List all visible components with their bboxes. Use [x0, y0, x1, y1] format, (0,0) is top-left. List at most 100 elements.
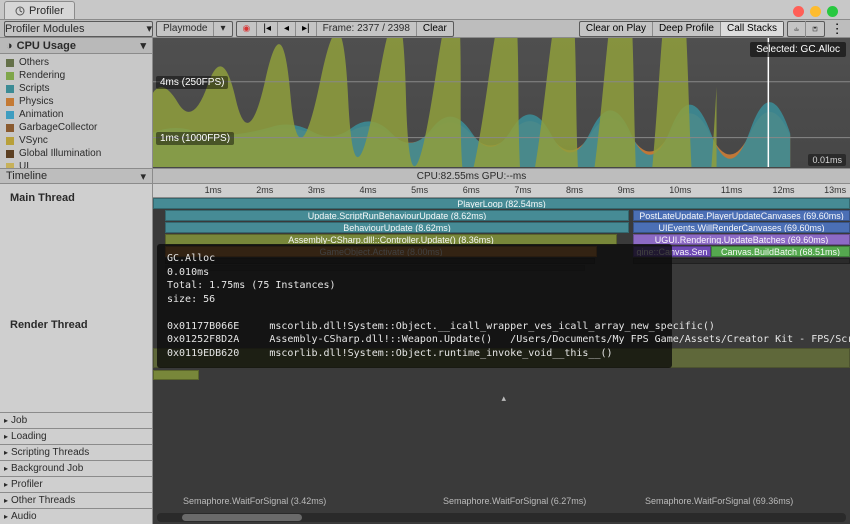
scrollbar-thumb[interactable] [182, 514, 302, 521]
chevron-down-icon: ▾ [214, 22, 231, 36]
legend-label: VSync [19, 135, 48, 146]
color-swatch [6, 72, 14, 80]
next-frame-button[interactable]: ▸| [296, 22, 317, 36]
playmode-label: Playmode [157, 22, 214, 36]
call-stacks-button[interactable]: Call Stacks [721, 22, 783, 36]
clear-on-play-button[interactable]: Clear on Play [580, 22, 653, 36]
semaphore-3: Semaphore.WaitForSignal (69.36ms) [645, 496, 793, 506]
chevron-down-icon: ▾ [140, 170, 146, 183]
legend-item-scripts[interactable]: Scripts [6, 82, 146, 95]
thread-sidebar: Main Thread Render Thread JobLoadingScri… [0, 184, 153, 524]
color-swatch [6, 137, 14, 145]
load-icon[interactable] [788, 21, 806, 37]
ruler-tick: 3ms [308, 185, 325, 195]
semaphore-1: Semaphore.WaitForSignal (3.42ms) [183, 496, 326, 506]
timeline-scrollbar[interactable] [157, 513, 846, 522]
profiler-icon [15, 6, 25, 16]
thread-group-audio[interactable]: Audio [0, 508, 152, 524]
thread-group-profiler[interactable]: Profiler [0, 476, 152, 492]
ruler-tick: 8ms [566, 185, 583, 195]
modules-label: Profiler Modules [5, 23, 84, 35]
window-controls[interactable] [793, 6, 838, 17]
timeline-toolbar: Timeline ▾ CPU:82.55ms GPU:--ms [0, 168, 850, 184]
legend-label: Global Illumination [19, 148, 101, 159]
legend-item-physics[interactable]: Physics [6, 95, 146, 108]
legend-item-garbagecollector[interactable]: GarbageCollector [6, 121, 146, 134]
legend-item-rendering[interactable]: Rendering [6, 69, 146, 82]
thread-group-other-threads[interactable]: Other Threads [0, 492, 152, 508]
legend-item-vsync[interactable]: VSync [6, 134, 146, 147]
ruler-tick: 2ms [256, 185, 273, 195]
bar-update[interactable]: Update.ScriptRunBehaviourUpdate (8.62ms) [165, 210, 629, 221]
thread-group-loading[interactable]: Loading [0, 428, 152, 444]
cpu-usage-chart[interactable]: 4ms (250FPS) 1ms (1000FPS) Selected: GC.… [153, 38, 850, 168]
legend-label: Others [19, 57, 49, 68]
bar-canvas-build[interactable]: Canvas.BuildBatch (68.51ms) [711, 246, 850, 257]
semaphore-2: Semaphore.WaitForSignal (6.27ms) [443, 496, 586, 506]
main-thread-label[interactable]: Main Thread [0, 184, 152, 311]
save-icon[interactable] [806, 21, 824, 37]
render-thread-label[interactable]: Render Thread [0, 311, 152, 412]
zoom-icon[interactable] [827, 6, 838, 17]
thread-group-job[interactable]: Job [0, 412, 152, 428]
deep-profile-button[interactable]: Deep Profile [653, 22, 721, 36]
cpu-usage-header[interactable]: ◑ CPU Usage ▾ [0, 38, 152, 54]
tab-label: Profiler [29, 5, 64, 17]
legend-label: Physics [19, 96, 53, 107]
ruler-tick: 6ms [463, 185, 480, 195]
ruler-tick: 10ms [669, 185, 691, 195]
selected-label: Selected: GC.Alloc [750, 42, 846, 57]
timeline-canvas[interactable]: 1ms 2ms 3ms 4ms 5ms 6ms 7ms 8ms 9ms 10ms 11ms 12ms 1… [153, 184, 850, 524]
legend-label: Scripts [19, 83, 50, 94]
callstack-tooltip: GC.Alloc 0.010ms Total: 1.75ms (75 Insta… [157, 244, 672, 368]
ruler-tick: 5ms [411, 185, 428, 195]
ruler-tick: 4ms [360, 185, 377, 195]
prev-frame-button[interactable]: ◂ [278, 22, 296, 36]
legend-item-global-illumination[interactable]: Global Illumination [6, 147, 146, 160]
ruler-tick: 11ms [721, 185, 742, 195]
cpu-usage-label: CPU Usage [17, 40, 76, 52]
ruler-tick: 12ms [773, 185, 795, 195]
bar-behaviour[interactable]: BehaviourUpdate (8.62ms) [165, 222, 629, 233]
chart-icon: ◑ [6, 40, 13, 52]
chevron-down-icon: ▾ [146, 22, 152, 35]
view-dropdown[interactable]: Timeline ▾ [0, 168, 153, 184]
minimize-icon[interactable] [810, 6, 821, 17]
ruler-tick: 7ms [514, 185, 531, 195]
chevron-down-icon: ▾ [140, 39, 146, 52]
first-frame-button[interactable]: |◂ [257, 22, 278, 36]
frame-stats: CPU:82.55ms GPU:--ms [153, 171, 850, 182]
ruler-tick: 13ms [824, 185, 846, 195]
legend-label: GarbageCollector [19, 122, 97, 133]
view-label: Timeline [6, 170, 47, 182]
color-swatch [6, 85, 14, 93]
menu-icon[interactable]: ⋮ [828, 21, 846, 37]
bar-uievents[interactable]: UIEvents.WillRenderCanvases (69.60ms) [633, 222, 850, 233]
ruler-tick: 9ms [618, 185, 635, 195]
legend-label: Animation [19, 109, 63, 120]
bar-postlate[interactable]: PostLateUpdate.PlayerUpdateCanvases (69.… [633, 210, 850, 221]
gridline-1ms: 1ms (1000FPS) [156, 132, 234, 145]
thread-group-scripting-threads[interactable]: Scripting Threads [0, 444, 152, 460]
color-swatch [6, 111, 14, 119]
toolbar: Profiler Modules ▾ Playmode ▾ ◉ |◂ ◂ ▸| … [0, 20, 850, 38]
bar-playerloop[interactable]: PlayerLoop (82.54ms) [153, 198, 850, 209]
color-swatch [6, 59, 14, 67]
color-swatch [6, 124, 14, 132]
corner-time: 0.01ms [808, 154, 846, 166]
profiler-modules-dropdown[interactable]: Profiler Modules ▾ [4, 21, 153, 37]
playmode-selector[interactable]: Playmode ▾ [156, 21, 233, 37]
color-swatch [6, 150, 14, 158]
close-icon[interactable] [793, 6, 804, 17]
legend-item-others[interactable]: Others [6, 56, 146, 69]
expand-caret-icon[interactable]: ▴ [502, 393, 507, 404]
legend-label: Rendering [19, 70, 65, 81]
content-area: 4ms (250FPS) 1ms (1000FPS) Selected: GC.… [153, 38, 850, 524]
thread-group-background-job[interactable]: Background Job [0, 460, 152, 476]
clear-button[interactable]: Clear [417, 22, 453, 36]
time-ruler: 1ms 2ms 3ms 4ms 5ms 6ms 7ms 8ms 9ms 10ms 11ms 12ms 1… [153, 184, 850, 198]
record-button[interactable]: ◉ [237, 22, 258, 36]
tab-profiler[interactable]: Profiler [4, 1, 75, 19]
legend-item-animation[interactable]: Animation [6, 108, 146, 121]
ruler-tick: 1ms [205, 185, 222, 195]
